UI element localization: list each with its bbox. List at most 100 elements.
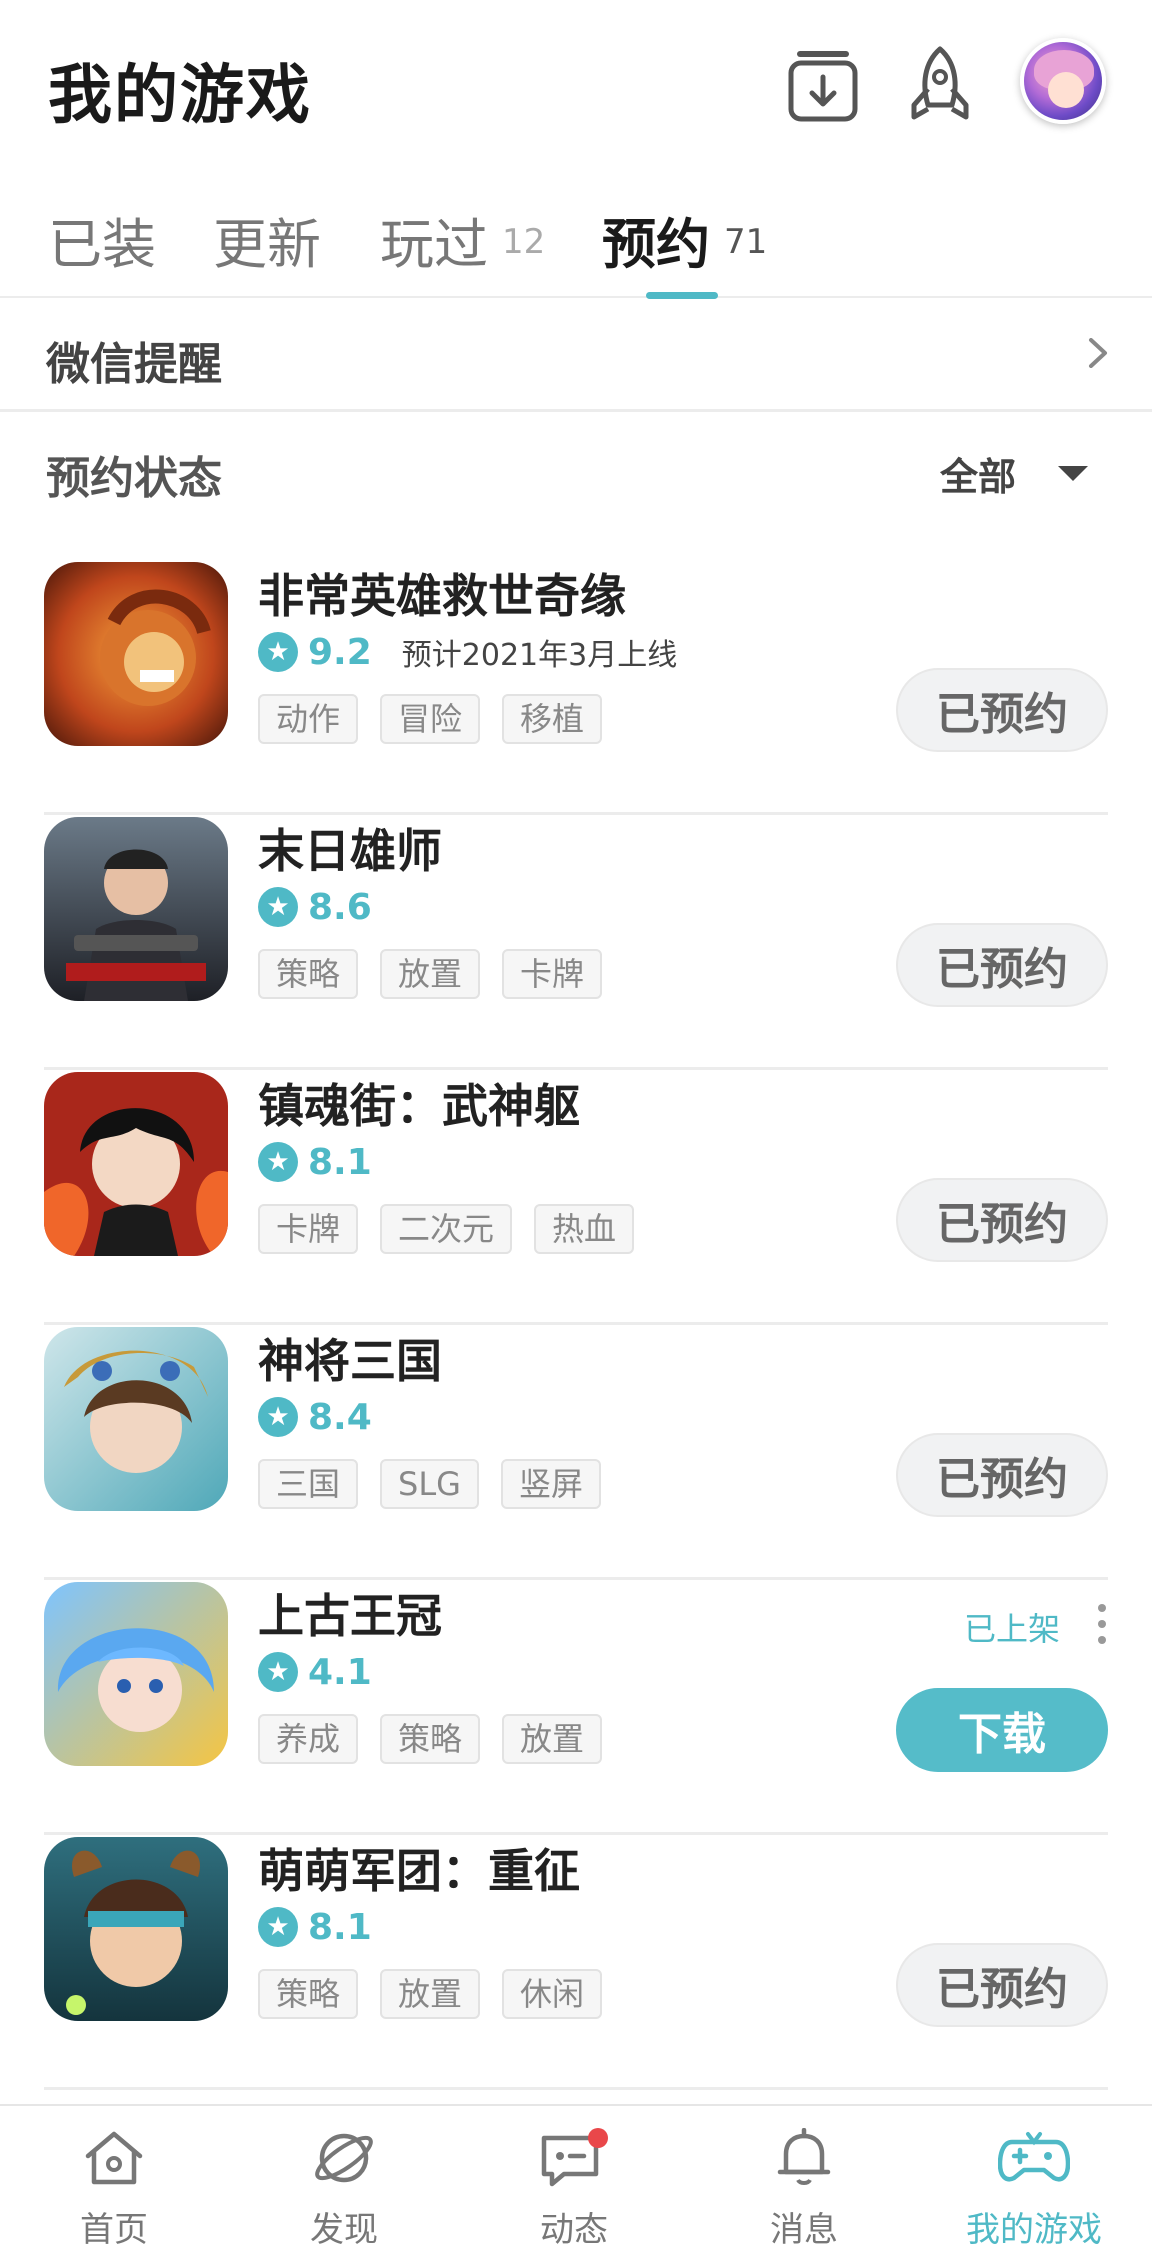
game-icon: [44, 1837, 228, 2021]
nav-home[interactable]: 首页: [14, 2128, 214, 2251]
nav-discover[interactable]: 发现: [244, 2128, 444, 2251]
game-rating: ★ 4.1: [258, 1650, 372, 1694]
wechat-reminder-row[interactable]: 微信提醒: [0, 298, 1152, 412]
home-icon: [85, 2131, 143, 2185]
tag: 策略: [258, 1969, 359, 2019]
tag: 热血: [534, 1204, 635, 1254]
game-tags: 卡牌 二次元 热血: [258, 1204, 656, 1254]
game-name: 萌萌军团：重征: [258, 1844, 580, 1898]
game-tags: 三国 SLG 竖屏: [258, 1459, 623, 1509]
game-rating: ★ 8.4: [258, 1395, 372, 1439]
tab-count: 12: [502, 222, 546, 262]
game-icon: [44, 1072, 228, 1256]
tag: 竖屏: [500, 1459, 601, 1509]
tab-reserved[interactable]: 预约 71: [602, 200, 767, 279]
tag: 卡牌: [502, 949, 603, 999]
tag: 休闲: [502, 1969, 603, 2019]
star-icon: ★: [258, 1397, 298, 1437]
tag: 养成: [258, 1714, 359, 1764]
game-score: 8.4: [308, 1396, 372, 1438]
reserved-button[interactable]: 已预约: [896, 1433, 1108, 1517]
game-rating: ★ 8.1: [258, 1140, 372, 1184]
star-icon: ★: [258, 887, 298, 927]
tab-label: 玩过: [380, 213, 488, 276]
release-date: 预计2021年3月上线: [401, 638, 678, 673]
game-name: 上古王冠: [258, 1589, 442, 1643]
reserved-button[interactable]: 已预约: [896, 1943, 1108, 2027]
game-item[interactable]: 非常英雄救世奇缘 ★ 9.2 预计2021年3月上线 动作 冒险 移植 已预约: [0, 560, 1152, 815]
game-icon: [44, 1327, 228, 1511]
game-icon: [44, 817, 228, 1001]
game-rating: ★ 8.1: [258, 1905, 372, 1949]
reservation-status-label: 预约状态: [46, 453, 222, 504]
status-filter-dropdown[interactable]: 全部: [940, 446, 1088, 502]
tag: 放置: [380, 949, 481, 999]
tab-installed[interactable]: 已装: [48, 200, 156, 279]
tag: 策略: [380, 1714, 481, 1764]
reserved-button[interactable]: 已预约: [896, 1178, 1108, 1262]
tag: 冒险: [380, 694, 481, 744]
game-name: 末日雄师: [258, 824, 442, 878]
game-tags: 养成 策略 放置: [258, 1714, 624, 1764]
game-rating: ★ 9.2 预计2021年3月上线: [258, 630, 677, 674]
game-name: 非常英雄救世奇缘: [258, 569, 626, 623]
reserved-button[interactable]: 已预约: [896, 923, 1108, 1007]
gamepad-icon: [998, 2132, 1070, 2182]
nav-messages[interactable]: 消息: [704, 2128, 904, 2251]
game-item[interactable]: 神将三国 ★ 8.4 三国 SLG 竖屏 已预约: [0, 1325, 1152, 1580]
nav-label: 我的游戏: [966, 2210, 1102, 2250]
tab-played[interactable]: 玩过 12: [380, 200, 545, 279]
star-icon: ★: [258, 632, 298, 672]
download-button[interactable]: 下载: [896, 1688, 1108, 1772]
nav-label: 首页: [80, 2210, 148, 2250]
star-icon: ★: [258, 1142, 298, 1182]
game-score: 8.1: [308, 1141, 372, 1183]
wechat-reminder-label: 微信提醒: [46, 339, 222, 390]
tag: 移植: [502, 694, 603, 744]
chevron-right-icon: [1085, 338, 1111, 368]
caret-down-icon: [1058, 466, 1088, 481]
game-score: 4.1: [308, 1651, 372, 1693]
nav-label: 发现: [310, 2210, 378, 2250]
bell-icon: [777, 2128, 831, 2185]
game-list: 非常英雄救世奇缘 ★ 9.2 预计2021年3月上线 动作 冒险 移植 已预约: [0, 560, 1152, 2150]
tab-label: 更新: [213, 213, 321, 276]
released-status: 已上架: [964, 1610, 1061, 1648]
nav-label: 动态: [540, 2210, 608, 2250]
page-title: 我的游戏: [48, 59, 312, 133]
tag: 三国: [258, 1459, 359, 1509]
star-icon: ★: [258, 1907, 298, 1947]
game-name: 神将三国: [258, 1334, 442, 1388]
nav-feed[interactable]: 动态: [474, 2128, 674, 2251]
more-options-icon[interactable]: [1096, 1604, 1108, 1644]
tag: 策略: [258, 949, 359, 999]
game-item[interactable]: 上古王冠 ★ 4.1 养成 策略 放置 已上架 下载: [0, 1580, 1152, 1835]
game-tags: 动作 冒险 移植: [258, 694, 624, 744]
tag: 动作: [258, 694, 359, 744]
tab-label: 已装: [48, 213, 156, 276]
header: 我的游戏: [0, 0, 1152, 175]
planet-icon: [315, 2133, 373, 2183]
reserved-button[interactable]: 已预约: [896, 668, 1108, 752]
avatar[interactable]: [1020, 38, 1106, 124]
tag: 放置: [380, 1969, 481, 2019]
tag: SLG: [380, 1459, 479, 1509]
tab-updates[interactable]: 更新: [213, 200, 321, 279]
chat-icon: [541, 2128, 608, 2187]
tag: 放置: [502, 1714, 603, 1764]
download-manager-icon[interactable]: [787, 45, 859, 125]
game-name: 镇魂街：武神躯: [258, 1079, 580, 1133]
game-score: 8.6: [308, 886, 372, 928]
nav-my-games[interactable]: 我的游戏: [934, 2128, 1134, 2251]
game-item[interactable]: 萌萌军团：重征 ★ 8.1 策略 放置 休闲 已预约: [0, 1835, 1152, 2090]
game-item[interactable]: 镇魂街：武神躯 ★ 8.1 卡牌 二次元 热血 已预约: [0, 1070, 1152, 1325]
game-item[interactable]: 末日雄师 ★ 8.6 策略 放置 卡牌 已预约: [0, 815, 1152, 1070]
tab-bar: 已装 更新 玩过 12 预约 71: [0, 190, 1152, 299]
game-tags: 策略 放置 休闲: [258, 1969, 624, 2019]
game-score: 9.2: [308, 631, 372, 673]
tab-count: 71: [724, 222, 768, 262]
star-icon: ★: [258, 1652, 298, 1692]
rocket-icon[interactable]: [904, 45, 976, 125]
game-icon: [44, 562, 228, 746]
game-tags: 策略 放置 卡牌: [258, 949, 624, 999]
